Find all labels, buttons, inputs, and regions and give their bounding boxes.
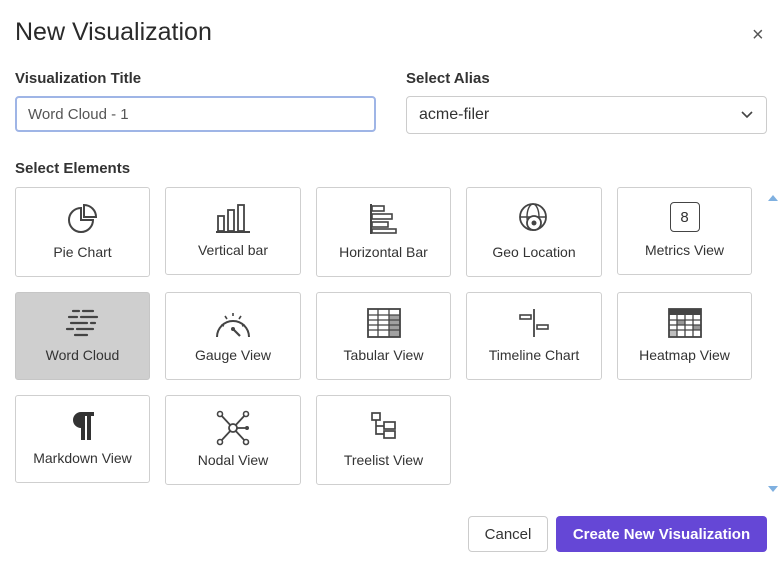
- select-alias-label: Select Alias: [406, 70, 490, 87]
- element-card-tabular-view[interactable]: Tabular View: [316, 292, 451, 380]
- element-card-label: Pie Chart: [53, 244, 112, 260]
- dialog-title: New Visualization: [15, 18, 212, 46]
- element-card-label: Nodal View: [197, 452, 269, 468]
- element-card-word-cloud[interactable]: Word Cloud: [15, 292, 150, 380]
- element-card-label: Vertical bar: [197, 242, 269, 258]
- element-card-label: Horizontal Bar: [339, 244, 428, 260]
- pie-chart-icon: [67, 203, 97, 233]
- element-card-treelist-view[interactable]: Treelist View: [316, 395, 451, 485]
- metrics-icon: 8: [669, 202, 700, 232]
- alias-select[interactable]: acme-filer: [406, 96, 767, 134]
- element-card-label: Metrics View: [644, 242, 725, 258]
- visualization-title-input[interactable]: [15, 96, 376, 132]
- table-icon: [366, 308, 401, 338]
- vertical-bar-icon: [216, 204, 250, 233]
- select-elements-label: Select Elements: [15, 160, 131, 177]
- element-card-horizontal-bar[interactable]: Horizontal Bar: [316, 187, 451, 277]
- horizontal-bar-icon: [369, 204, 397, 234]
- element-card-label: Tabular View: [343, 347, 424, 363]
- element-card-heatmap-view[interactable]: Heatmap View: [617, 292, 752, 380]
- gauge-icon: [216, 313, 250, 338]
- scroll-up-arrow[interactable]: [768, 195, 778, 201]
- element-card-label: Geo Location: [492, 244, 576, 260]
- heatmap-icon: [667, 308, 702, 338]
- scroll-down-arrow[interactable]: [768, 486, 778, 492]
- create-visualization-button[interactable]: Create New Visualization: [556, 516, 767, 552]
- element-card-label: Timeline Chart: [488, 347, 580, 363]
- treelist-icon: [370, 412, 396, 439]
- element-card-metrics-view[interactable]: 8 Metrics View: [617, 187, 752, 275]
- element-card-vertical-bar[interactable]: Vertical bar: [165, 187, 301, 275]
- visualization-title-label: Visualization Title: [15, 70, 142, 87]
- close-icon[interactable]: ×: [752, 24, 764, 47]
- element-card-label: Treelist View: [343, 452, 424, 468]
- element-card-markdown-view[interactable]: Markdown View: [15, 395, 150, 483]
- globe-icon: [519, 203, 547, 231]
- element-card-label: Markdown View: [33, 450, 132, 466]
- element-card-nodal-view[interactable]: Nodal View: [165, 395, 301, 485]
- timeline-icon: [519, 309, 549, 337]
- element-card-pie-chart[interactable]: Pie Chart: [15, 187, 150, 277]
- element-card-label: Heatmap View: [639, 347, 730, 363]
- nodal-icon: [216, 410, 250, 446]
- pilcrow-icon: [72, 412, 94, 440]
- chevron-down-icon: [741, 111, 753, 119]
- element-card-timeline-chart[interactable]: Timeline Chart: [466, 292, 602, 380]
- element-card-gauge-view[interactable]: Gauge View: [165, 292, 301, 380]
- cancel-button[interactable]: Cancel: [468, 516, 548, 552]
- element-card-label: Word Cloud: [45, 347, 120, 363]
- element-card-geo-location[interactable]: Geo Location: [466, 187, 602, 277]
- word-cloud-icon: [65, 309, 98, 337]
- element-card-label: Gauge View: [194, 347, 271, 363]
- alias-select-value: acme-filer: [419, 106, 490, 123]
